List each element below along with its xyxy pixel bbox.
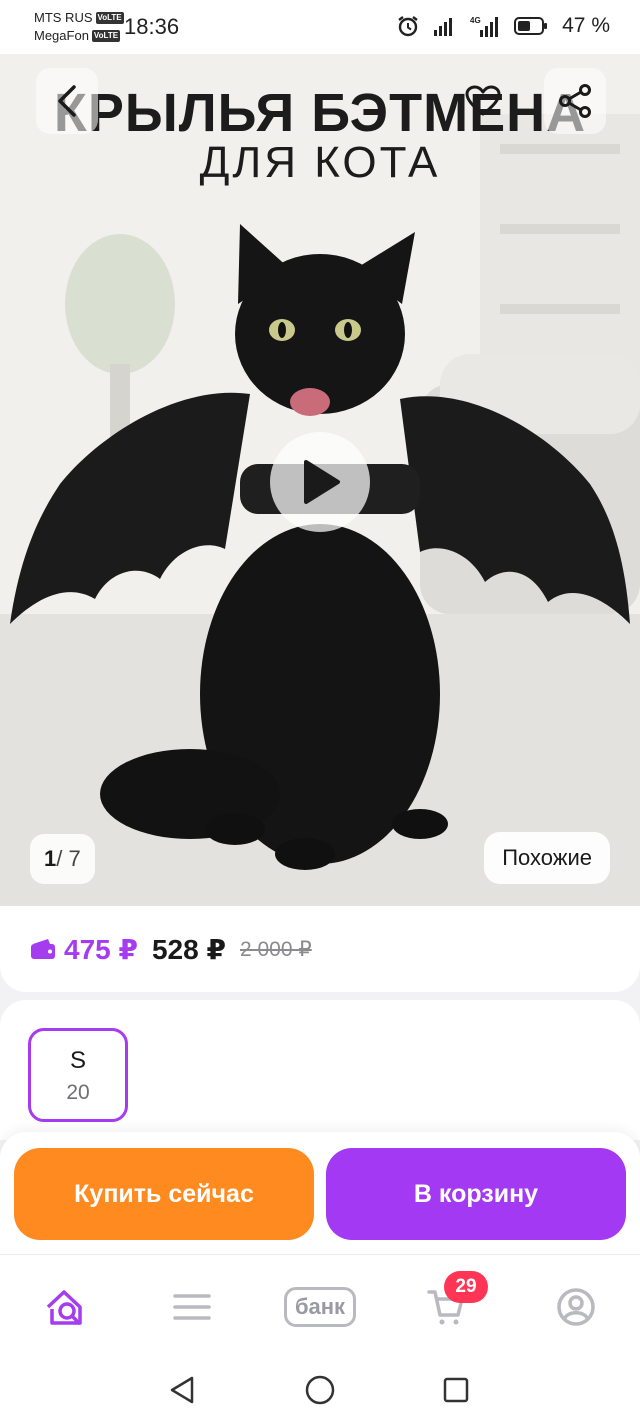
nav-bank[interactable]: банк <box>274 1281 366 1333</box>
size-option-s[interactable]: S 20 <box>28 1028 128 1122</box>
add-to-cart-button[interactable]: В корзину <box>326 1148 626 1240</box>
bank-icon: банк <box>283 1287 357 1327</box>
gallery-counter: 1/ 7 <box>30 834 95 884</box>
volte-badge-2: VoLTE <box>91 30 121 42</box>
heart-icon <box>465 85 501 116</box>
product-gallery[interactable]: КРЫЛЬЯ БЭТМЕНА ДЛЯ КОТА 1/ 7 Похожие <box>0 54 640 906</box>
catalog-menu-icon <box>173 1294 211 1320</box>
carrier-2-name: MegaFon <box>34 28 89 43</box>
wallet-icon <box>31 939 55 959</box>
signal-4g-icon: 4G <box>470 15 500 37</box>
status-icons: 4G 47 % <box>396 14 610 38</box>
nav-home[interactable] <box>36 1281 96 1333</box>
gallery-total: / 7 <box>56 846 81 871</box>
nav-catalog[interactable] <box>162 1281 222 1333</box>
volte-badge-1: VoLTE <box>95 12 124 24</box>
price-card: 475 ₽ 528 ₽ 2 000 ₽ <box>0 906 640 992</box>
system-navigation-bar <box>0 1358 640 1423</box>
battery-percent: 47 % <box>562 14 610 37</box>
nav-profile[interactable] <box>546 1281 606 1333</box>
home-search-icon <box>46 1290 82 1325</box>
cart-count-badge: 29 <box>444 1271 488 1303</box>
carrier-row-1: MTS RUS VoLTE <box>34 9 124 27</box>
signal-icon <box>434 16 456 36</box>
system-home-button[interactable] <box>304 1374 336 1406</box>
gallery-current-index: 1 <box>44 846 57 871</box>
play-icon <box>304 460 340 504</box>
status-bar: MTS RUS VoLTE MegaFon VoLTE 18:36 4G 47 … <box>0 0 640 54</box>
share-icon <box>559 84 591 118</box>
size-selector-card: S 20 <box>0 1000 640 1140</box>
back-button[interactable] <box>36 68 98 134</box>
bottom-navigation: банк 29 <box>0 1254 640 1358</box>
purchase-action-bar: Купить сейчас В корзину <box>0 1132 640 1254</box>
carrier-1-name: MTS RUS <box>34 10 93 25</box>
chevron-left-icon <box>58 85 76 117</box>
carrier-row-2: MegaFon VoLTE <box>34 27 124 45</box>
svg-text:4G: 4G <box>470 16 481 25</box>
back-triangle-icon <box>170 1376 194 1404</box>
size-option-label: S <box>69 1047 86 1074</box>
favorite-button[interactable] <box>452 68 514 134</box>
recent-square-icon <box>443 1377 469 1403</box>
buy-now-button[interactable]: Купить сейчас <box>14 1148 314 1240</box>
status-clock: 18:36 <box>124 14 180 39</box>
current-price: 528 ₽ <box>151 933 226 965</box>
battery-icon <box>514 16 548 36</box>
carrier-info: MTS RUS VoLTE MegaFon VoLTE <box>34 9 124 45</box>
home-circle-icon <box>305 1375 335 1405</box>
wallet-price-block: 475 ₽ <box>30 933 138 966</box>
alarm-icon <box>396 14 420 38</box>
play-video-button[interactable] <box>270 432 370 532</box>
hero-title-line-2: ДЛЯ КОТА <box>199 138 441 187</box>
system-recent-button[interactable] <box>440 1374 472 1406</box>
similar-button[interactable]: Похожие <box>484 832 610 884</box>
profile-icon <box>557 1288 595 1326</box>
size-option-stock: 20 <box>66 1081 90 1104</box>
wallet-price: 475 ₽ <box>64 933 138 965</box>
share-button[interactable] <box>544 68 606 134</box>
old-price: 2 000 ₽ <box>239 937 312 961</box>
system-back-button[interactable] <box>166 1374 198 1406</box>
